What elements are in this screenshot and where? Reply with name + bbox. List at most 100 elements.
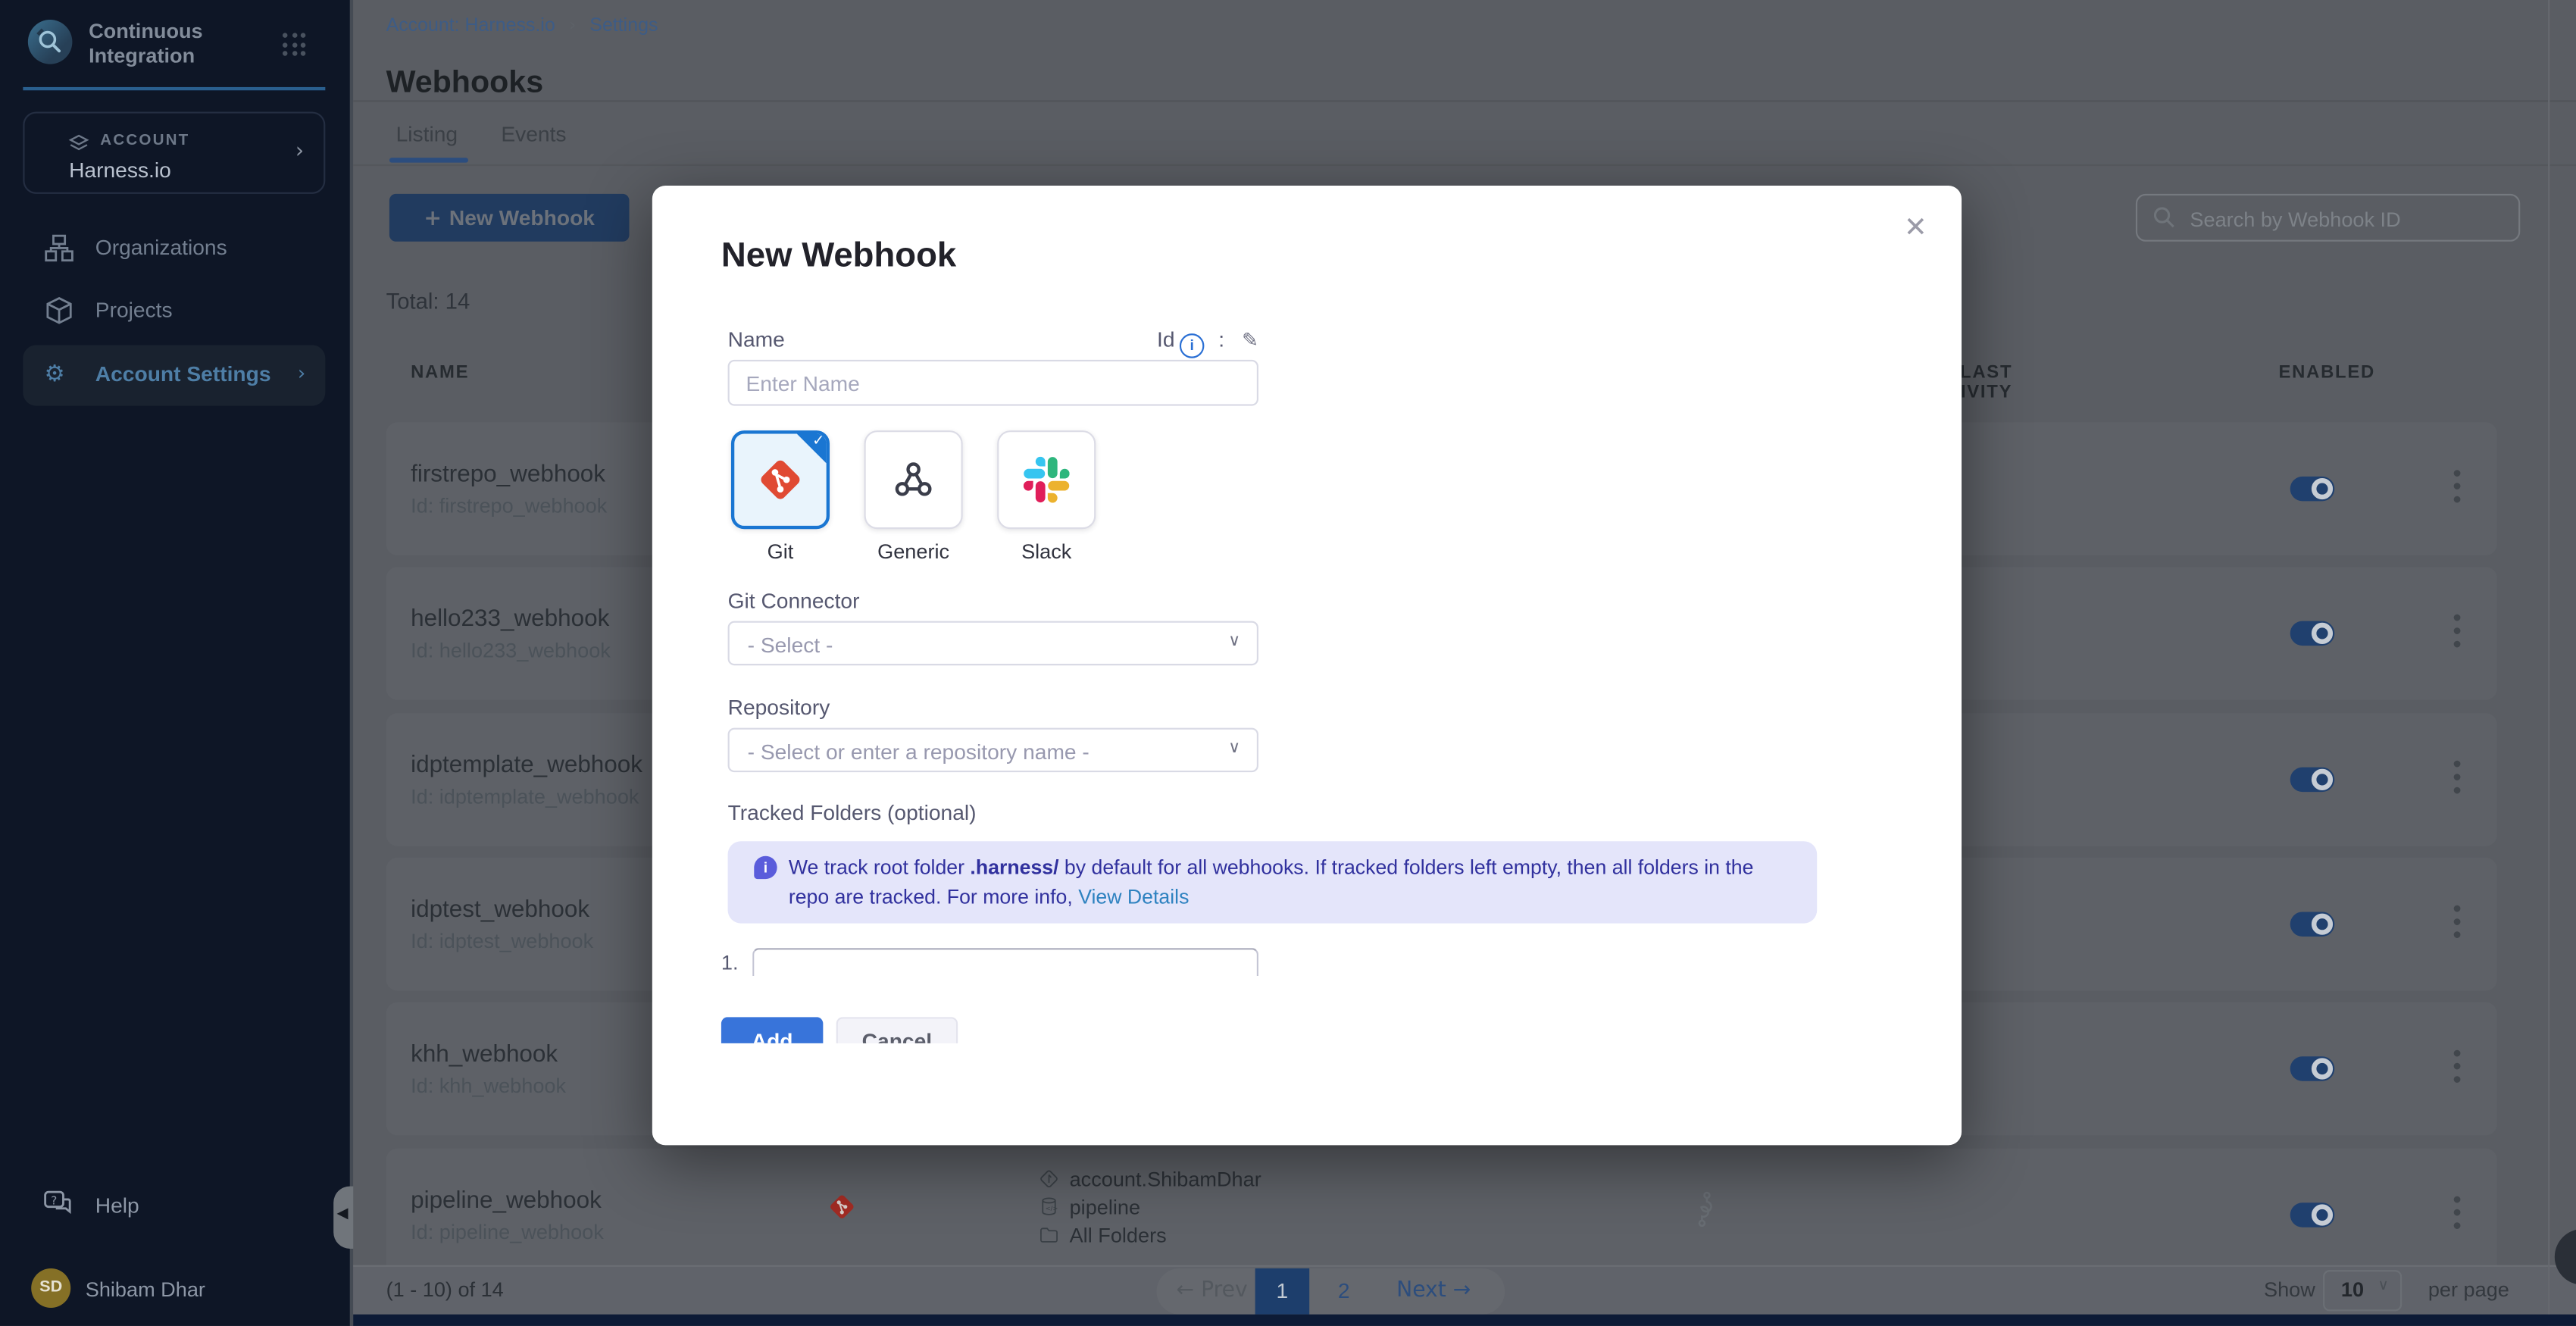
page-1-button[interactable]: 1 bbox=[1255, 1268, 1310, 1315]
git-connector-select[interactable]: - Select - ∨ bbox=[728, 621, 1258, 666]
type-card-git[interactable]: ✓ bbox=[731, 430, 830, 529]
search-input[interactable] bbox=[2187, 197, 2514, 242]
page-size-value: 10 bbox=[2341, 1278, 2364, 1301]
slack-icon bbox=[1024, 457, 1070, 503]
collapse-arrow-icon: ◀ bbox=[337, 1206, 349, 1223]
header-divider bbox=[353, 100, 2576, 102]
breadcrumb-account-link[interactable]: Account: Harness.io bbox=[386, 17, 555, 36]
user-avatar[interactable]: SD bbox=[31, 1268, 70, 1308]
view-details-link[interactable]: View Details bbox=[1078, 886, 1189, 908]
help-menu[interactable]: ? Help bbox=[23, 1181, 325, 1231]
row-folder: All Folders bbox=[1038, 1224, 1166, 1246]
webhook-search bbox=[2136, 194, 2520, 242]
enabled-toggle[interactable] bbox=[2290, 1056, 2335, 1081]
cancel-button[interactable]: Cancel bbox=[836, 1017, 958, 1043]
type-card-slack[interactable] bbox=[997, 430, 1096, 529]
chevron-right-icon: › bbox=[295, 139, 304, 164]
table-row[interactable]: pipeline_webhook Id: pipeline_webhook ac… bbox=[386, 1149, 2497, 1265]
chevron-right-icon: › bbox=[298, 361, 305, 384]
sidebar-item-organizations[interactable]: Organizations bbox=[23, 218, 325, 279]
type-card-generic[interactable] bbox=[864, 430, 963, 529]
enabled-toggle[interactable] bbox=[2290, 621, 2335, 646]
webhook-name: hello233_webhook bbox=[411, 606, 609, 633]
prev-page-button[interactable]: ← Prev bbox=[1177, 1278, 1248, 1303]
per-page-label: per page bbox=[2428, 1278, 2509, 1301]
help-chat-icon: ? bbox=[42, 1190, 72, 1218]
svg-text:?: ? bbox=[51, 1193, 57, 1207]
webhook-id: Id: hello233_webhook bbox=[411, 639, 611, 661]
close-icon[interactable]: ✕ bbox=[1897, 211, 1934, 247]
repository-select[interactable]: - Select or enter a repository name - ∨ bbox=[728, 728, 1258, 773]
tabbar-divider bbox=[353, 164, 2576, 166]
breadcrumb-settings-link[interactable]: Settings bbox=[589, 17, 658, 36]
add-button[interactable]: Add bbox=[721, 1017, 823, 1043]
row-connector: account.ShibamDhar bbox=[1038, 1168, 1261, 1191]
row-menu-icon[interactable]: ••• bbox=[2453, 468, 2461, 508]
type-label-git: Git bbox=[731, 540, 830, 563]
enabled-toggle[interactable] bbox=[2290, 477, 2335, 502]
breadcrumb: Account: Harness.io › Settings bbox=[386, 13, 658, 36]
row-menu-icon[interactable]: ••• bbox=[2453, 759, 2461, 799]
account-scope-selector[interactable]: ACCOUNT Harness.io › bbox=[23, 111, 325, 193]
page-2-button[interactable]: 2 bbox=[1327, 1278, 1360, 1303]
total-count: Total: 14 bbox=[386, 289, 470, 314]
module-switcher-icon[interactable] bbox=[283, 33, 308, 58]
new-webhook-button[interactable]: + New Webhook bbox=[389, 194, 630, 242]
next-page-button[interactable]: Next → bbox=[1396, 1278, 1471, 1303]
sidebar-item-label: Projects bbox=[95, 297, 173, 322]
repository-placeholder: - Select or enter a repository name - bbox=[748, 740, 1089, 765]
search-icon bbox=[2152, 205, 2175, 228]
check-icon: ✓ bbox=[812, 433, 824, 450]
id-label: Id bbox=[1157, 327, 1175, 352]
enabled-toggle[interactable] bbox=[2290, 912, 2335, 937]
user-name[interactable]: Shibam Dhar bbox=[86, 1278, 205, 1301]
row-menu-icon[interactable]: ••• bbox=[2453, 613, 2461, 652]
help-label: Help bbox=[95, 1193, 139, 1218]
scrollbar-gutter bbox=[2548, 0, 2549, 1326]
git-type-icon bbox=[827, 1191, 858, 1222]
cube-icon bbox=[45, 296, 74, 325]
enabled-toggle[interactable] bbox=[2290, 1202, 2335, 1227]
app-window: Continuous Integration ACCOUNT Harness.i… bbox=[0, 0, 2576, 1326]
sidebar-item-account-settings[interactable]: ⚙ Account Settings › bbox=[23, 345, 325, 405]
stack-icon bbox=[67, 133, 90, 153]
sidebar-collapse-button[interactable]: ◀ bbox=[333, 1187, 355, 1249]
chevron-down-icon: ∨ bbox=[1228, 740, 1240, 758]
bottom-edge-strip bbox=[353, 1315, 2576, 1326]
org-chart-icon bbox=[45, 233, 74, 263]
row-menu-icon[interactable]: ••• bbox=[2453, 1048, 2461, 1087]
id-row: Idi : ✎ bbox=[1145, 327, 1258, 358]
edit-pencil-icon[interactable]: ✎ bbox=[1242, 329, 1258, 352]
sidebar-item-projects[interactable]: Projects bbox=[23, 281, 325, 342]
column-header-enabled: ENABLED bbox=[2279, 363, 2375, 383]
webhook-name-input[interactable] bbox=[728, 360, 1258, 406]
tracked-folder-input[interactable] bbox=[752, 948, 1258, 976]
sidebar-item-label: Organizations bbox=[95, 235, 227, 260]
enabled-toggle[interactable] bbox=[2290, 768, 2335, 793]
info-icon: i bbox=[754, 856, 777, 879]
webhook-name: idptemplate_webhook bbox=[411, 752, 642, 779]
id-separator: : bbox=[1218, 327, 1224, 352]
connector-icon bbox=[1038, 1168, 1059, 1190]
webhook-id: Id: pipeline_webhook bbox=[411, 1221, 604, 1243]
svg-text:</>: </> bbox=[1046, 1204, 1058, 1212]
modal-actions-clipped: Add Cancel bbox=[652, 1017, 1962, 1043]
continuous-integration-logo-icon bbox=[28, 20, 73, 64]
pagination-bar: (1 - 10) of 14 ← Prev 1 2 Next → Show 10… bbox=[353, 1265, 2576, 1315]
webhook-icon bbox=[890, 457, 936, 503]
active-tab-underline bbox=[389, 158, 468, 163]
page-title: Webhooks bbox=[386, 65, 544, 102]
row-menu-icon[interactable]: ••• bbox=[2453, 1194, 2461, 1234]
page-size-select[interactable]: 10 ∨ bbox=[2323, 1270, 2402, 1311]
chevron-down-icon: ∨ bbox=[1228, 633, 1240, 651]
info-icon[interactable]: i bbox=[1180, 333, 1205, 358]
tracked-folders-info-callout: i We track root folder .harness/ by defa… bbox=[728, 841, 1818, 923]
plus-icon: + bbox=[424, 207, 449, 232]
webhook-id: Id: firstrepo_webhook bbox=[411, 495, 607, 518]
new-webhook-modal: ✕ New Webhook Name Idi : ✎ ✓ Git bbox=[652, 186, 1962, 1145]
tab-events[interactable]: Events bbox=[501, 121, 566, 146]
module-accent-bar bbox=[23, 87, 325, 90]
tab-listing[interactable]: Listing bbox=[396, 121, 458, 146]
account-label: ACCOUNT bbox=[100, 131, 189, 149]
row-menu-icon[interactable]: ••• bbox=[2453, 904, 2461, 943]
